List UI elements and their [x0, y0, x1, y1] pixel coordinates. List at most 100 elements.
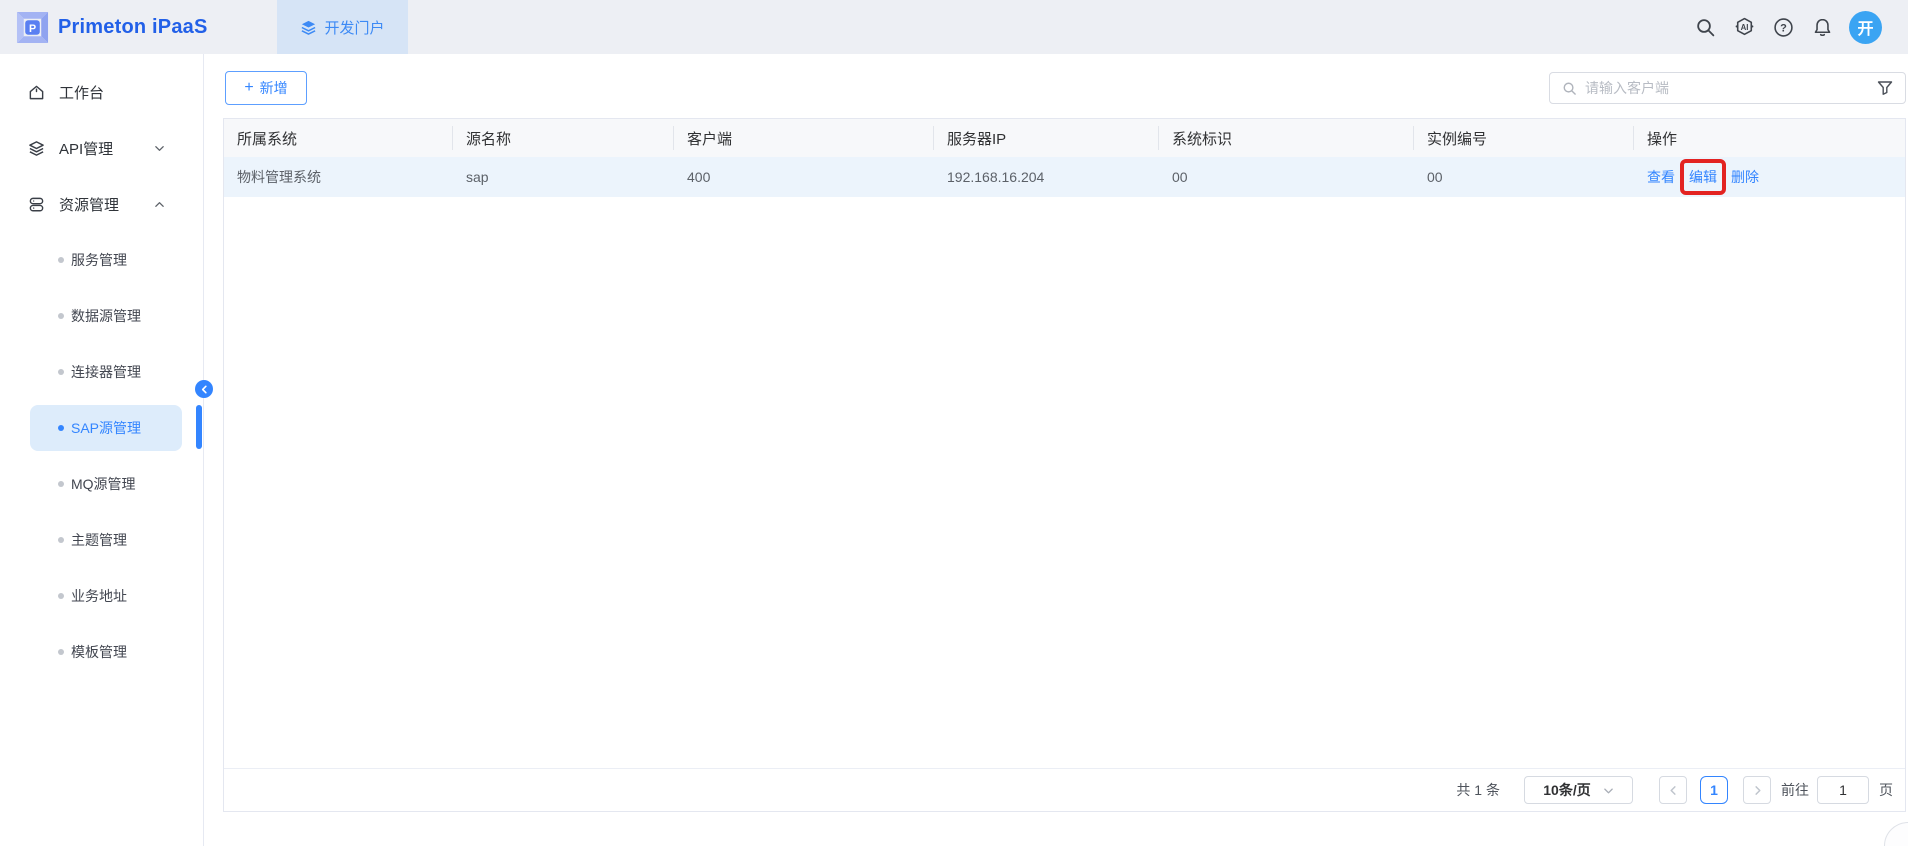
sidebar-subitem-template-management[interactable]: 模板管理 — [0, 624, 203, 680]
table-header-row: 所属系统 源名称 客户端 服务器IP 系统标识 实例编号 操作 — [224, 119, 1905, 157]
chevron-right-icon — [1752, 785, 1763, 796]
goto-label: 前往 — [1781, 780, 1809, 800]
sidebar-subitem-label: 业务地址 — [71, 586, 127, 606]
column-header: 所属系统 — [224, 119, 453, 157]
chevron-up-icon — [154, 199, 165, 210]
cell-source-name: sap — [453, 157, 674, 197]
client-search-box — [1549, 72, 1906, 104]
sidebar-subitem-sap-source-management[interactable]: SAP源管理 — [0, 400, 203, 456]
search-icon[interactable] — [1693, 15, 1717, 39]
previous-page-button[interactable] — [1659, 776, 1687, 804]
cell-system: 物料管理系统 — [224, 157, 453, 197]
next-page-button[interactable] — [1743, 776, 1771, 804]
sidebar-subitem-datasource-management[interactable]: 数据源管理 — [0, 288, 203, 344]
search-icon — [1562, 81, 1577, 96]
page-size-value: 10条/页 — [1543, 780, 1590, 800]
tab-label: 开发门户 — [324, 17, 384, 38]
delete-link[interactable]: 删除 — [1731, 167, 1759, 187]
home-icon — [28, 84, 45, 101]
svg-text:P: P — [29, 22, 36, 34]
active-item-indicator — [196, 405, 202, 449]
plus-icon: + — [244, 80, 253, 96]
sidebar-item-label: 资源管理 — [59, 194, 119, 215]
brand-logo-block[interactable]: P Primeton iPaaS — [16, 0, 208, 54]
table-card: 所属系统 源名称 客户端 服务器IP 系统标识 实例编号 操作 物料管理系统 s… — [223, 118, 1906, 812]
current-page-number: 1 — [1710, 782, 1718, 798]
bullet-icon — [58, 593, 64, 599]
help-icon[interactable]: ? — [1771, 15, 1795, 39]
svg-text:AI: AI — [1740, 23, 1748, 32]
sidebar-subitem-service-management[interactable]: 服务管理 — [0, 232, 203, 288]
cell-instance-no: 00 — [1414, 157, 1634, 197]
column-header: 服务器IP — [934, 119, 1159, 157]
sidebar-nav: 工作台 API管理 资源管理 — [0, 54, 204, 846]
primeton-logo-icon: P — [16, 11, 49, 44]
chevron-left-icon — [200, 385, 209, 394]
column-header: 实例编号 — [1414, 119, 1634, 157]
sidebar-subitem-label: 主题管理 — [71, 530, 127, 550]
table-row[interactable]: 物料管理系统 sap 400 192.168.16.204 00 00 查看 编… — [224, 157, 1905, 197]
avatar-text: 开 — [1857, 15, 1873, 39]
sidebar-subitem-topic-management[interactable]: 主题管理 — [0, 512, 203, 568]
sidebar-subitem-label: 服务管理 — [71, 250, 127, 270]
sidebar-subitem-connector-management[interactable]: 连接器管理 — [0, 344, 203, 400]
client-search-input[interactable] — [1577, 80, 1877, 96]
bullet-icon — [58, 649, 64, 655]
layers-icon — [300, 19, 317, 36]
sidebar-subitem-label: 连接器管理 — [71, 362, 141, 382]
header-actions: AI ? 开 — [1693, 0, 1882, 54]
chevron-down-icon — [1603, 785, 1614, 796]
top-header: P Primeton iPaaS 开发门户 — [0, 0, 1908, 54]
column-header: 源名称 — [453, 119, 674, 157]
sidebar-subitem-business-address[interactable]: 业务地址 — [0, 568, 203, 624]
bullet-icon — [58, 425, 64, 431]
current-page-button[interactable]: 1 — [1700, 776, 1728, 804]
resource-stack-icon — [28, 196, 45, 213]
bullet-icon — [58, 537, 64, 543]
sidebar-subitem-label: SAP源管理 — [71, 418, 141, 438]
cell-client: 400 — [674, 157, 934, 197]
edit-link[interactable]: 编辑 — [1689, 167, 1717, 187]
column-header: 系统标识 — [1159, 119, 1414, 157]
sidebar-item-workbench[interactable]: 工作台 — [0, 64, 203, 120]
svg-text:?: ? — [1780, 22, 1787, 34]
cell-server-ip: 192.168.16.204 — [934, 157, 1159, 197]
sidebar-subitem-label: MQ源管理 — [71, 474, 136, 494]
tab-dev-portal[interactable]: 开发门户 — [277, 0, 408, 54]
page-size-select[interactable]: 10条/页 — [1524, 776, 1633, 804]
notification-bell-icon[interactable] — [1810, 15, 1834, 39]
total-count-label: 共 1 条 — [1456, 780, 1500, 800]
app-window: P Primeton iPaaS 开发门户 — [0, 0, 1908, 846]
bullet-icon — [58, 481, 64, 487]
sidebar-subitem-label: 模板管理 — [71, 642, 127, 662]
table-body-empty-area — [224, 197, 1905, 768]
column-header: 操作 — [1634, 119, 1905, 157]
add-button-label: 新增 — [260, 78, 288, 98]
ai-assistant-icon[interactable]: AI — [1732, 15, 1756, 39]
sidebar-item-label: 工作台 — [59, 82, 104, 103]
bullet-icon — [58, 369, 64, 375]
column-header: 客户端 — [674, 119, 934, 157]
sidebar-collapse-button[interactable] — [195, 380, 213, 398]
cell-system-id: 00 — [1159, 157, 1414, 197]
sidebar-item-api-management[interactable]: API管理 — [0, 120, 203, 176]
edit-link-annotated: 编辑 — [1689, 167, 1717, 187]
view-link[interactable]: 查看 — [1647, 167, 1675, 187]
page-unit-label: 页 — [1879, 780, 1893, 800]
filter-funnel-icon[interactable] — [1877, 80, 1893, 96]
bullet-icon — [58, 313, 64, 319]
bullet-icon — [58, 257, 64, 263]
chevron-left-icon — [1668, 785, 1679, 796]
user-avatar[interactable]: 开 — [1849, 11, 1882, 44]
layers-icon — [28, 140, 45, 157]
pagination-bar: 共 1 条 10条/页 1 — [224, 768, 1905, 811]
main-content: + 新增 所属系统 源名称 客户端 服务器IP 系统标识 — [204, 54, 1908, 846]
brand-name: Primeton iPaaS — [58, 16, 208, 39]
sidebar-item-resource-management[interactable]: 资源管理 — [0, 176, 203, 232]
sidebar-subitem-mq-source-management[interactable]: MQ源管理 — [0, 456, 203, 512]
add-button[interactable]: + 新增 — [225, 71, 307, 105]
sidebar-item-label: API管理 — [59, 138, 113, 159]
sidebar-subitem-label: 数据源管理 — [71, 306, 141, 326]
chevron-down-icon — [154, 143, 165, 154]
goto-page-input[interactable] — [1817, 776, 1869, 804]
